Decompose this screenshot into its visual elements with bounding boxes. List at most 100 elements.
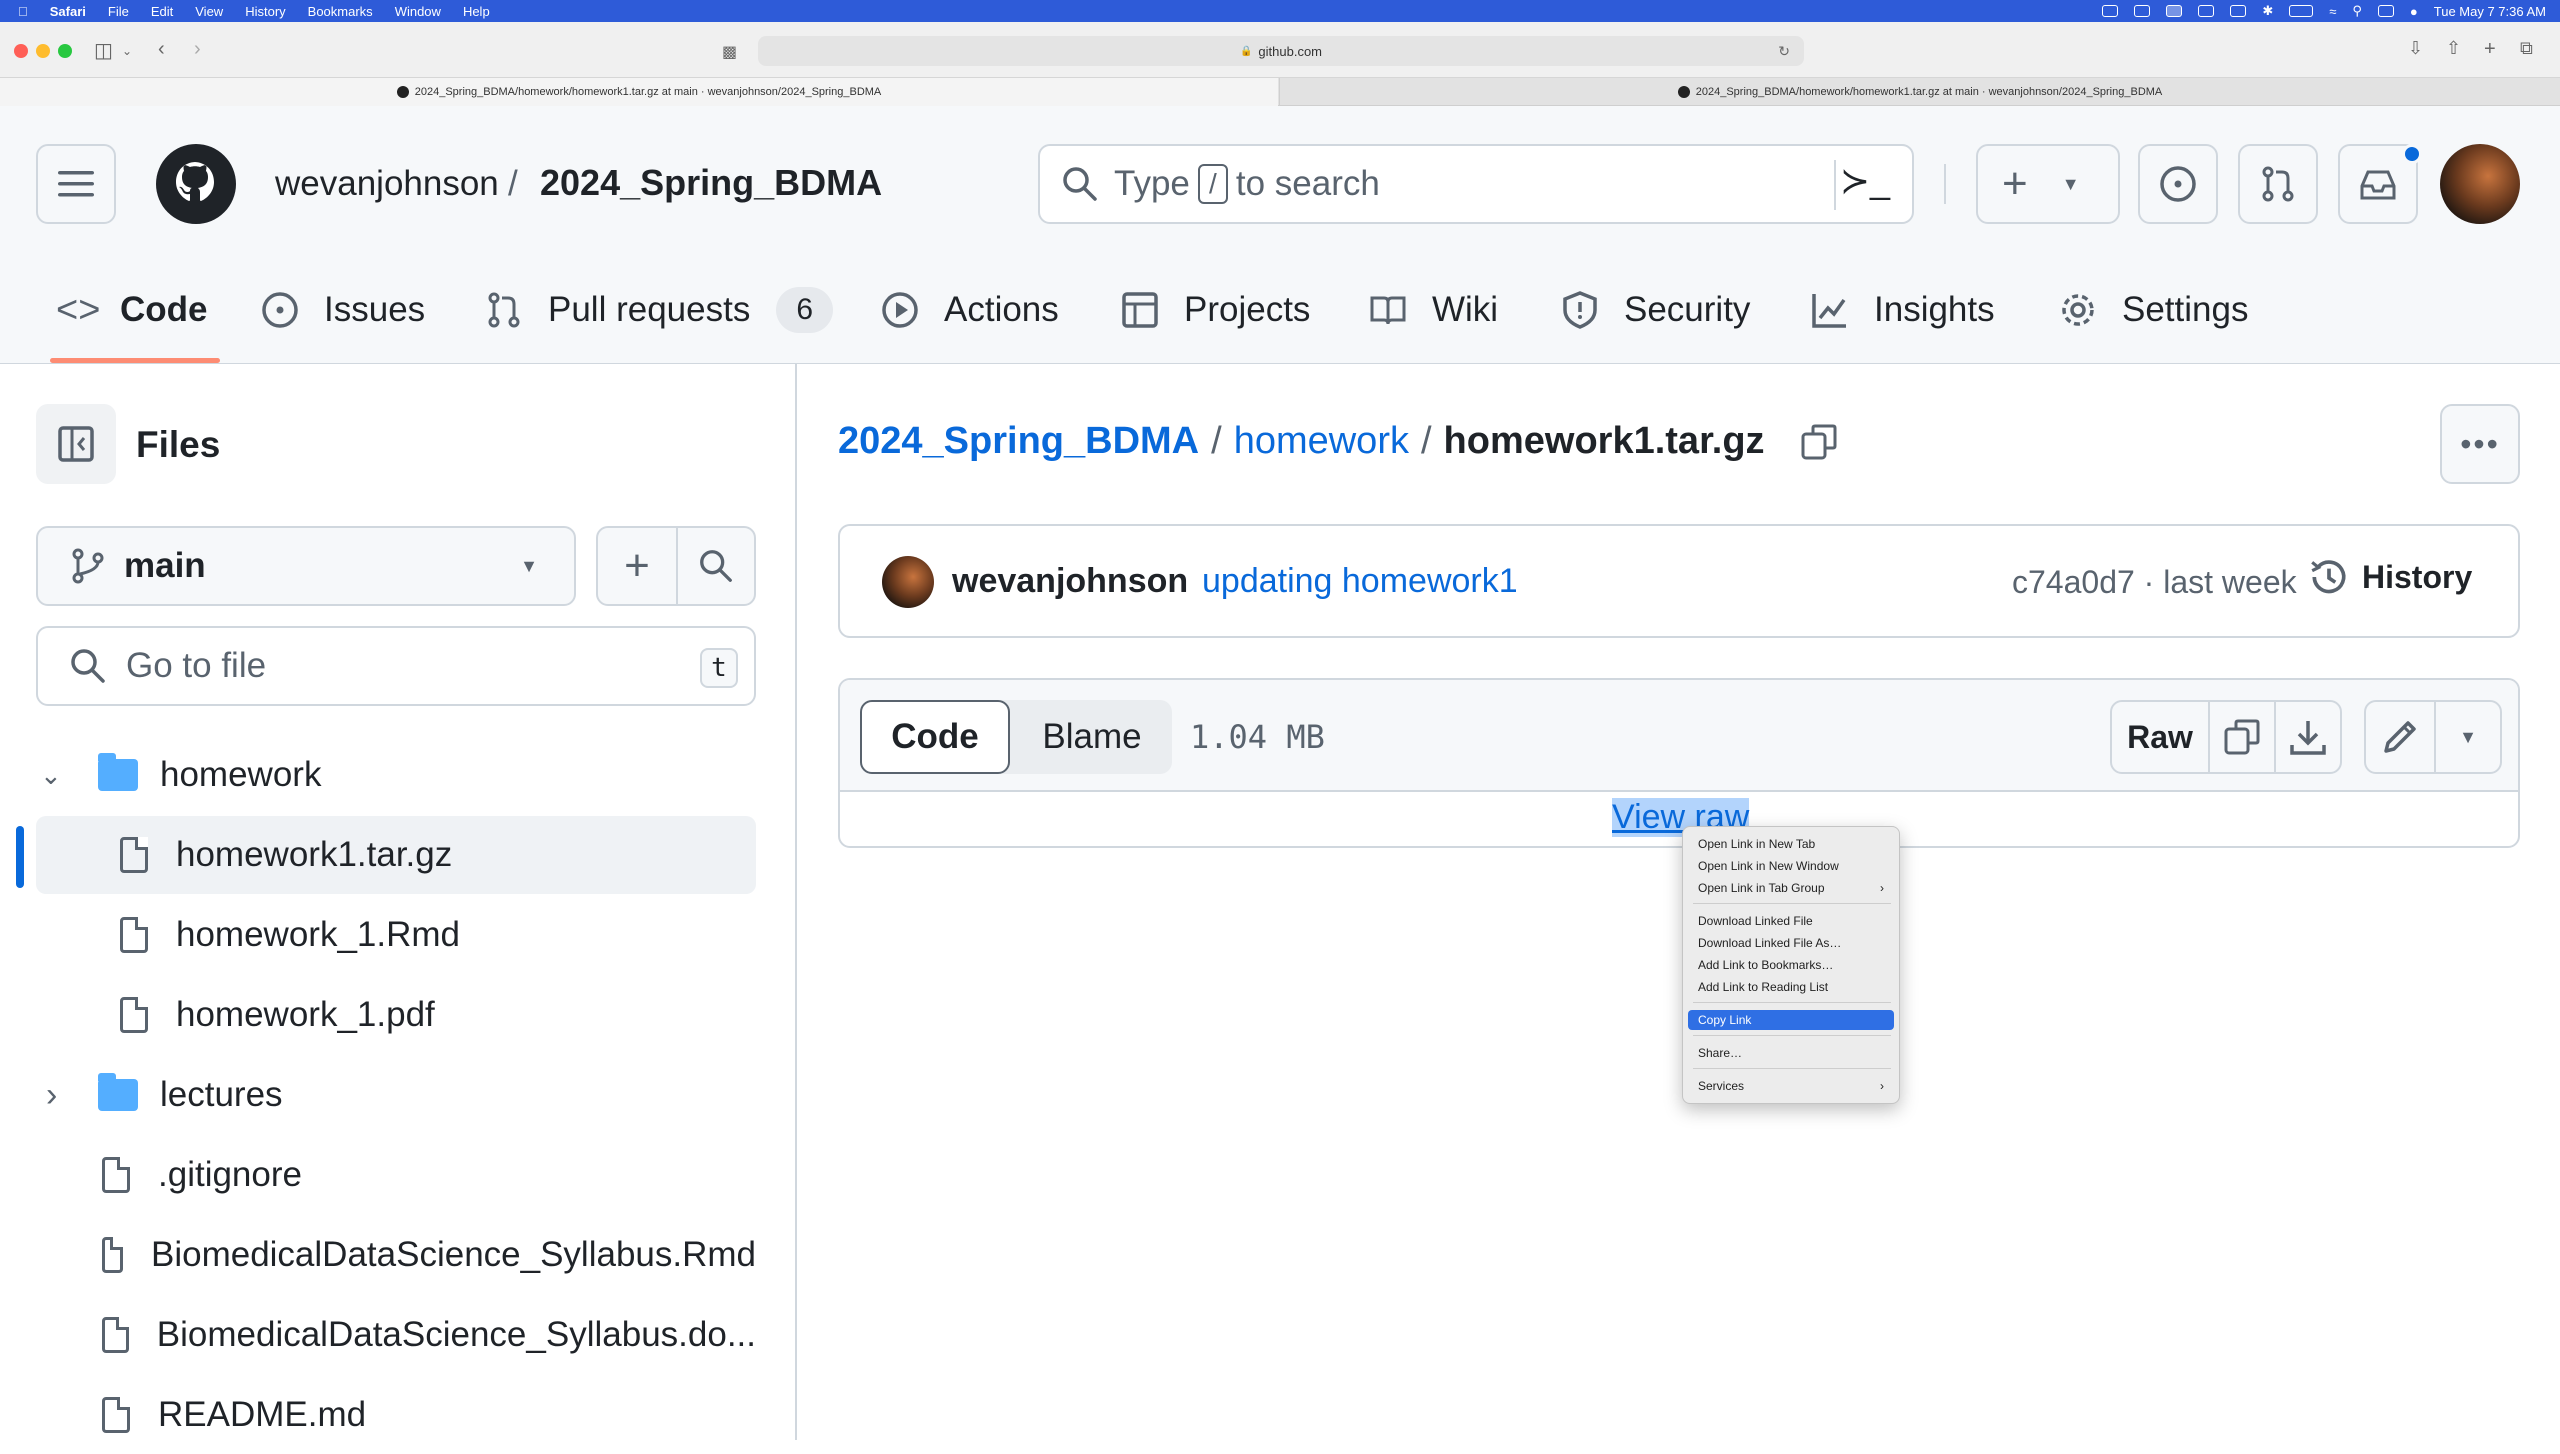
blame-view-label: Blame bbox=[1042, 717, 1142, 756]
branch-selector[interactable]: main ▼ bbox=[36, 526, 576, 606]
share-icon[interactable]: ⇧ bbox=[2446, 38, 2461, 59]
menu-view[interactable]: View bbox=[195, 4, 223, 19]
edit-options-button[interactable]: ▼ bbox=[2434, 700, 2502, 774]
more-options-button[interactable]: ••• bbox=[2440, 404, 2520, 484]
gear-icon bbox=[2062, 294, 2094, 326]
browser-tab[interactable]: 2024_Spring_BDMA/homework/homework1.tar.… bbox=[0, 78, 1278, 106]
search-files-button[interactable] bbox=[676, 526, 756, 606]
command-palette-icon[interactable]: ≻_ bbox=[1840, 160, 1890, 202]
browser-tab[interactable]: 2024_Spring_BDMA/homework/homework1.tar.… bbox=[1279, 78, 2560, 106]
github-logo-icon[interactable] bbox=[156, 144, 236, 224]
tab-code-view[interactable]: Code bbox=[860, 700, 1010, 774]
tab-projects[interactable]: Projects bbox=[1120, 260, 1310, 360]
tab-pull-requests[interactable]: Pull requests 6 bbox=[484, 260, 834, 360]
menu-history[interactable]: History bbox=[245, 4, 285, 19]
apple-menu-icon[interactable]:  bbox=[18, 4, 28, 19]
control-center-icon[interactable] bbox=[2377, 5, 2394, 17]
menu-edit[interactable]: Edit bbox=[151, 4, 173, 19]
chevron-down-icon[interactable]: ⌄ bbox=[40, 760, 80, 791]
ctx-download-linked-file[interactable]: Download Linked File bbox=[1688, 911, 1894, 931]
tab-issues[interactable]: Issues bbox=[260, 260, 425, 360]
repo-name-link[interactable]: 2024_Spring_BDMA bbox=[540, 162, 882, 204]
ctx-open-tab-group[interactable]: Open Link in Tab Group › bbox=[1688, 878, 1894, 898]
search-input[interactable]: Type / to search ≻_ bbox=[1038, 144, 1914, 224]
create-new-button[interactable]: + ▼ bbox=[1976, 144, 2120, 224]
ctx-copy-link[interactable]: Copy Link bbox=[1688, 1010, 1894, 1030]
menu-bookmarks[interactable]: Bookmarks bbox=[308, 4, 373, 19]
tab-settings[interactable]: Settings bbox=[2058, 260, 2248, 360]
tree-item-file[interactable]: .gitignore bbox=[36, 1136, 756, 1214]
menu-app-name[interactable]: Safari bbox=[50, 4, 86, 19]
tree-item-file[interactable]: BiomedicalDataScience_Syllabus.Rmd bbox=[36, 1216, 756, 1294]
tab-code[interactable]: <> Code bbox=[56, 260, 208, 360]
ctx-services[interactable]: Services › bbox=[1688, 1076, 1894, 1096]
new-tab-icon[interactable]: + bbox=[2484, 38, 2496, 61]
go-to-file-shortcut: t bbox=[700, 648, 738, 688]
ctx-add-to-bookmarks[interactable]: Add Link to Bookmarks… bbox=[1688, 955, 1894, 975]
add-file-button[interactable]: + bbox=[596, 526, 678, 606]
commit-author-avatar[interactable] bbox=[882, 556, 934, 608]
tree-item-file[interactable]: BiomedicalDataScience_Syllabus.do... bbox=[36, 1296, 756, 1374]
user-avatar[interactable] bbox=[2440, 144, 2520, 224]
forward-icon[interactable]: › bbox=[194, 38, 201, 61]
edit-file-button[interactable] bbox=[2364, 700, 2436, 774]
ctx-add-to-reading-list[interactable]: Add Link to Reading List bbox=[1688, 977, 1894, 997]
status-icon[interactable] bbox=[2134, 5, 2151, 17]
commit-author[interactable]: wevanjohnson bbox=[952, 562, 1188, 601]
issues-button[interactable] bbox=[2138, 144, 2218, 224]
commit-meta[interactable]: c74a0d7 · last week bbox=[2012, 564, 2297, 601]
tab-security[interactable]: Security bbox=[1560, 260, 1750, 360]
tree-item-folder[interactable]: ⌄ homework bbox=[36, 736, 756, 814]
tree-item-folder[interactable]: › lectures bbox=[36, 1056, 756, 1134]
status-icon[interactable] bbox=[2102, 5, 2119, 17]
downloads-icon[interactable]: ⇩ bbox=[2408, 38, 2423, 59]
close-window-button[interactable] bbox=[14, 44, 28, 58]
spotlight-icon[interactable]: ⚲ bbox=[2352, 3, 2362, 19]
minimize-window-button[interactable] bbox=[36, 44, 50, 58]
go-to-file-input[interactable]: Go to file t bbox=[36, 626, 756, 706]
tab-actions[interactable]: Actions bbox=[880, 260, 1059, 360]
menubar-clock[interactable]: Tue May 7 7:36 AM bbox=[2434, 4, 2546, 19]
copy-path-icon[interactable] bbox=[1799, 422, 1839, 462]
tab-overview-icon[interactable]: ⧉ bbox=[2520, 38, 2533, 59]
reload-icon[interactable]: ↻ bbox=[1778, 43, 1790, 60]
breadcrumb-dir-link[interactable]: homework bbox=[1234, 420, 1409, 463]
address-bar[interactable]: 🔒 github.com ↻ bbox=[758, 36, 1804, 66]
history-button[interactable]: History bbox=[2308, 556, 2472, 598]
back-icon[interactable]: ‹ bbox=[158, 38, 165, 61]
copy-raw-button[interactable] bbox=[2208, 700, 2276, 774]
status-icon[interactable] bbox=[2166, 5, 2183, 17]
tab-insights[interactable]: Insights bbox=[1810, 260, 1995, 360]
wifi-icon[interactable]: ≈ bbox=[2329, 4, 2336, 19]
ctx-open-new-window[interactable]: Open Link in New Window bbox=[1688, 856, 1894, 876]
collapse-sidebar-button[interactable] bbox=[36, 404, 116, 484]
commit-message-link[interactable]: updating homework1 bbox=[1202, 562, 1518, 601]
raw-button[interactable]: Raw bbox=[2110, 700, 2210, 774]
tree-item-file[interactable]: homework_1.Rmd bbox=[36, 896, 756, 974]
ctx-download-linked-file-as[interactable]: Download Linked File As… bbox=[1688, 933, 1894, 953]
chevron-down-icon[interactable]: ⌄ bbox=[122, 44, 132, 58]
repo-owner-link[interactable]: wevanjohnson bbox=[275, 164, 499, 204]
menu-help[interactable]: Help bbox=[463, 4, 490, 19]
tree-item-file[interactable]: README.md bbox=[36, 1376, 756, 1454]
sidebar-toggle-icon[interactable]: ◫ bbox=[94, 38, 113, 63]
tab-wiki[interactable]: Wiki bbox=[1368, 260, 1498, 360]
hamburger-menu-button[interactable] bbox=[36, 144, 116, 224]
tab-blame-view[interactable]: Blame bbox=[1012, 700, 1172, 774]
zoom-window-button[interactable] bbox=[58, 44, 72, 58]
bluetooth-icon[interactable]: ✱ bbox=[2262, 3, 2273, 19]
status-icon[interactable] bbox=[2198, 5, 2215, 17]
menu-file[interactable]: File bbox=[108, 4, 129, 19]
menu-window[interactable]: Window bbox=[395, 4, 441, 19]
siri-icon[interactable]: ● bbox=[2410, 4, 2418, 19]
tree-item-file[interactable]: homework_1.pdf bbox=[36, 976, 756, 1054]
ctx-open-new-tab[interactable]: Open Link in New Tab bbox=[1688, 834, 1894, 854]
breadcrumb-repo-link[interactable]: 2024_Spring_BDMA bbox=[838, 420, 1199, 463]
download-raw-button[interactable] bbox=[2274, 700, 2342, 774]
battery-icon[interactable] bbox=[2289, 5, 2314, 17]
chevron-right-icon[interactable]: › bbox=[46, 1076, 86, 1115]
status-icon[interactable] bbox=[2230, 5, 2247, 17]
tree-item-file-selected[interactable]: homework1.tar.gz bbox=[36, 816, 756, 894]
pull-requests-button[interactable] bbox=[2238, 144, 2318, 224]
ctx-share[interactable]: Share… bbox=[1688, 1043, 1894, 1063]
